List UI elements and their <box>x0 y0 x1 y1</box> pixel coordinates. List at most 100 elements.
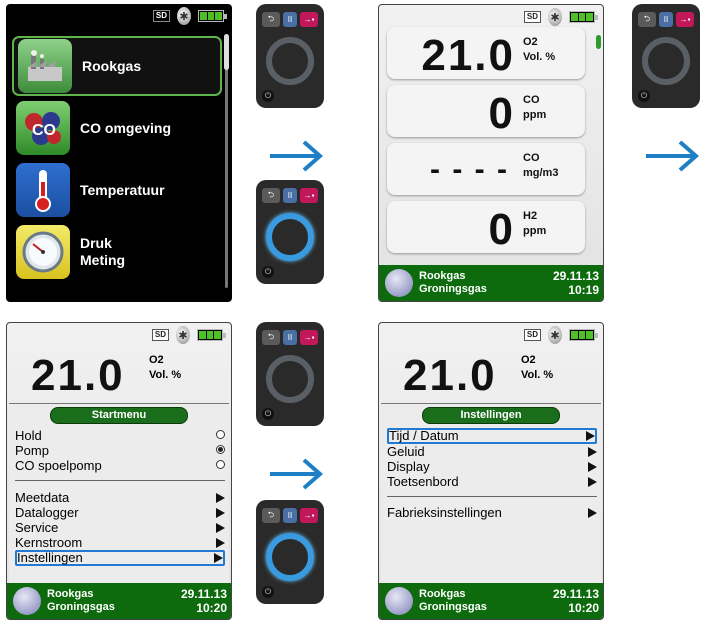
battery-icon <box>569 11 598 23</box>
menu-item-service[interactable]: Service <box>15 520 225 535</box>
enter-button[interactable]: →▪ <box>300 330 318 345</box>
menu-item-instellingen[interactable]: Instellingen <box>15 550 225 566</box>
power-icon[interactable]: ⏻ <box>262 266 274 278</box>
menu-scrollbar[interactable] <box>225 38 228 288</box>
navigation-dial[interactable] <box>266 37 314 85</box>
measurement-label: CO ppm <box>523 94 547 121</box>
menu-item-datalogger[interactable]: Datalogger <box>15 505 225 520</box>
menu-item-kernstroom[interactable]: Kernstroom <box>15 535 225 550</box>
submenu-arrow-icon <box>214 553 223 563</box>
pause-button[interactable]: II <box>659 12 673 27</box>
submenu-arrow-icon <box>216 538 225 548</box>
submenu-arrow-icon <box>588 477 597 487</box>
startmenu-screen: SD ✱ 21.0 O2 Vol. % Startmenu Hold Pomp C… <box>6 322 232 620</box>
battery-icon <box>197 329 226 341</box>
enter-button[interactable]: →▪ <box>300 188 318 203</box>
measurement-scrollbar-thumb[interactable] <box>596 35 601 49</box>
back-button[interactable]: ⮌ <box>262 12 280 27</box>
menu-item-label: Druk Meting <box>80 235 126 268</box>
keypad-device-active: ⮌ II →▪ ⏻ <box>256 180 324 284</box>
menu-item-co-omgeving[interactable]: CO CO omgeving <box>12 98 222 158</box>
menu-item-hold[interactable]: Hold <box>15 428 225 443</box>
menu-scrollbar-thumb[interactable] <box>224 34 229 70</box>
arrow-right-icon <box>270 140 324 172</box>
menu-item-meetdata[interactable]: Meetdata <box>15 490 225 505</box>
menu-item-label: CO omgeving <box>80 119 172 136</box>
menu-item-pomp[interactable]: Pomp <box>15 443 225 458</box>
power-icon[interactable]: ⏻ <box>262 90 274 102</box>
menu-item-toetsenbord[interactable]: Toetsenbord <box>387 474 597 489</box>
pause-button[interactable]: II <box>283 188 297 203</box>
fuel-label: Rookgas Groningsgas <box>47 588 115 613</box>
battery-icon <box>569 329 598 341</box>
menu-item-label: Temperatuur <box>80 181 165 198</box>
back-button[interactable]: ⮌ <box>262 188 280 203</box>
instellingen-screen: SD ✱ 21.0 O2 Vol. % Instellingen Tijd / D… <box>378 322 604 620</box>
fuel-icon <box>385 269 413 297</box>
arrow-right-icon <box>646 140 700 172</box>
status-bar: SD ✱ <box>7 323 231 347</box>
back-button[interactable]: ⮌ <box>638 12 656 27</box>
menu-item-co-spoelpomp[interactable]: CO spoelpomp <box>15 458 225 473</box>
co-molecule-icon: CO <box>16 101 70 155</box>
pause-button[interactable]: II <box>283 12 297 27</box>
svg-text:CO: CO <box>32 122 56 139</box>
battery-icon <box>198 10 227 22</box>
radio-co-spoelpomp[interactable] <box>216 460 225 469</box>
startmenu-panel: Startmenu Hold Pomp CO spoelpomp Meetdat… <box>9 403 229 583</box>
measurement-value: 21.0 <box>421 31 515 80</box>
power-icon[interactable]: ⏻ <box>262 408 274 420</box>
navigation-dial-pressed[interactable] <box>266 533 314 581</box>
menu-item-geluid[interactable]: Geluid <box>387 444 597 459</box>
power-icon[interactable]: ⏻ <box>262 586 274 598</box>
measurement-label: CO mg/m3 <box>523 152 559 179</box>
menu-item-tijd-datum[interactable]: Tijd / Datum <box>387 428 597 444</box>
radio-pomp[interactable] <box>216 445 225 454</box>
navigation-dial-pressed[interactable] <box>266 213 314 261</box>
menu-item-fabrieksinstellingen[interactable]: Fabrieksinstellingen <box>387 505 597 520</box>
keypad-device-active: ⮌ II →▪ ⏻ <box>256 500 324 604</box>
status-bar: SD ✱ <box>6 4 232 28</box>
measurement-value: 0 <box>488 89 515 138</box>
factory-icon <box>18 39 72 93</box>
header-label: O2 Vol. % <box>149 354 182 381</box>
enter-button[interactable]: →▪ <box>300 12 318 27</box>
measurement-row-co-mgm3[interactable]: - - - - CO mg/m3 <box>387 143 585 195</box>
pause-button[interactable]: II <box>283 330 297 345</box>
submenu-arrow-icon <box>216 508 225 518</box>
status-bar: SD ✱ <box>379 5 603 29</box>
menu-item-druk-meting[interactable]: Druk Meting <box>12 222 222 282</box>
measurement-row-o2[interactable]: 21.0 O2 Vol. % <box>387 27 585 80</box>
status-footer: Rookgas Groningsgas 29.11.13 10:19 <box>379 265 603 301</box>
pause-button[interactable]: II <box>283 508 297 523</box>
power-icon[interactable]: ⏻ <box>638 90 650 102</box>
fuel-icon <box>385 587 413 615</box>
sd-card-icon: SD <box>523 329 541 341</box>
keypad-device: ⮌ II →▪ ⏻ <box>256 322 324 426</box>
fuel-label: Rookgas Groningsgas <box>419 588 487 613</box>
header-value: 21.0 <box>403 351 497 400</box>
menu-item-temperatuur[interactable]: Temperatuur <box>12 160 222 220</box>
back-button[interactable]: ⮌ <box>262 330 280 345</box>
radio-hold[interactable] <box>216 430 225 439</box>
arrow-right-icon <box>270 458 324 490</box>
main-menu-screen: SD ✱ Rookgas CO CO omgeving Temperatuur … <box>6 4 232 302</box>
menu-item-label: Rookgas <box>82 57 142 74</box>
measurement-row-h2[interactable]: 0 H2 ppm <box>387 201 585 254</box>
menu-item-rookgas[interactable]: Rookgas <box>12 36 222 96</box>
status-footer: Rookgas Groningsgas 29.11.13 10:20 <box>7 583 231 619</box>
header-label: O2 Vol. % <box>521 354 554 381</box>
date-time: 29.11.13 10:19 <box>552 269 599 297</box>
sd-card-icon: SD <box>151 329 169 341</box>
date-time: 29.11.13 10:20 <box>552 587 599 615</box>
sd-card-icon: SD <box>523 11 541 23</box>
keypad-device: ⮌ II →▪ ⏻ <box>632 4 700 108</box>
menu-item-display[interactable]: Display <box>387 459 597 474</box>
submenu-arrow-icon <box>586 431 595 441</box>
navigation-dial[interactable] <box>266 355 314 403</box>
enter-button[interactable]: →▪ <box>676 12 694 27</box>
navigation-dial[interactable] <box>642 37 690 85</box>
measurement-row-co-ppm[interactable]: 0 CO ppm <box>387 85 585 138</box>
back-button[interactable]: ⮌ <box>262 508 280 523</box>
enter-button[interactable]: →▪ <box>300 508 318 523</box>
